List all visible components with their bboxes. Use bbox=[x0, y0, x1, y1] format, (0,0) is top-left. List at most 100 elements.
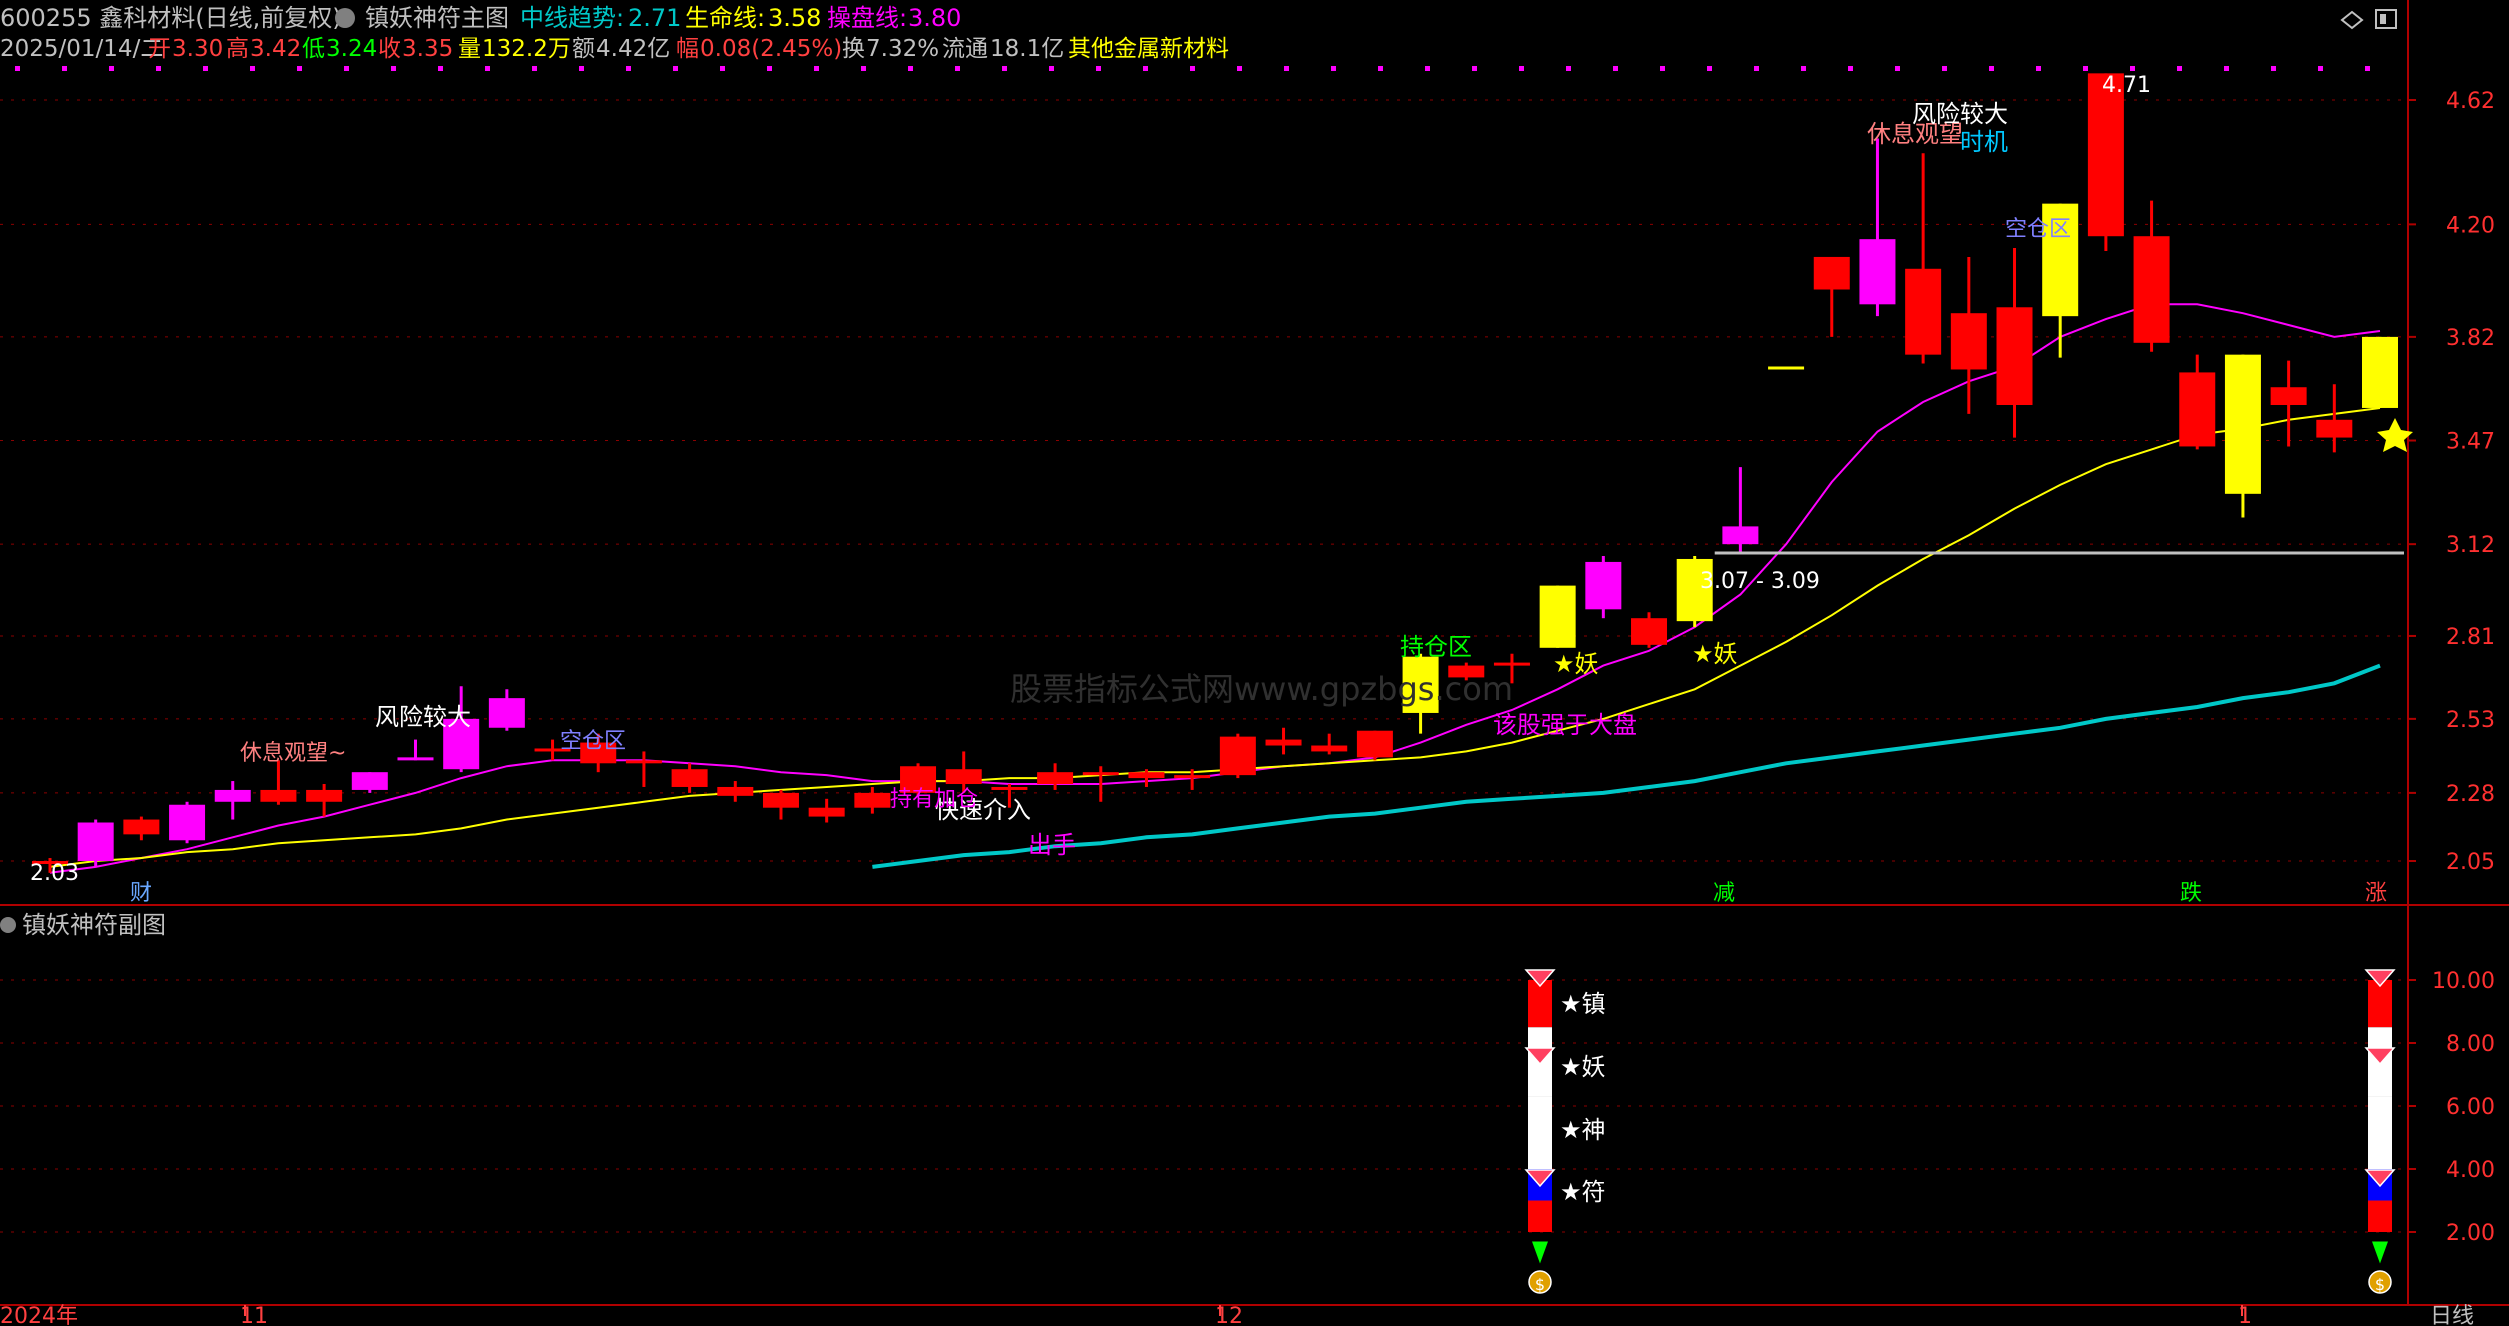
header-high_label: 高 bbox=[226, 36, 249, 62]
signal-dot bbox=[1942, 66, 1947, 71]
signal-dot bbox=[1237, 66, 1242, 71]
candle-body bbox=[1219, 736, 1256, 776]
signal-segment bbox=[2368, 1200, 2392, 1232]
signal-dot bbox=[1660, 66, 1665, 71]
candle-body bbox=[397, 757, 434, 761]
candle-body bbox=[1493, 662, 1530, 666]
arrow-down-icon bbox=[2372, 1241, 2388, 1264]
signal-dot bbox=[626, 66, 631, 71]
signal-dot bbox=[2177, 66, 2182, 71]
candle-body bbox=[2362, 336, 2398, 408]
signal-dot bbox=[2318, 66, 2323, 71]
chance-label: 时机 bbox=[1960, 128, 2008, 156]
header-close_label: 收 bbox=[378, 36, 401, 62]
y-tick-label: 4.20 bbox=[2446, 213, 2495, 238]
signal-dot bbox=[344, 66, 349, 71]
x-label-year: 2024年 bbox=[0, 1304, 78, 1326]
candle-body bbox=[123, 819, 160, 835]
y-tick-label: 2.53 bbox=[2446, 708, 2495, 733]
signal-dot bbox=[955, 66, 960, 71]
signal-dot bbox=[438, 66, 443, 71]
signal-dot bbox=[908, 66, 913, 71]
signal-dot bbox=[2224, 66, 2229, 71]
signal-dot bbox=[673, 66, 678, 71]
y-tick-label: 3.82 bbox=[2446, 326, 2495, 351]
header-float_label: 流通 bbox=[942, 36, 988, 62]
life-label: 生命线: bbox=[685, 4, 765, 32]
empty-zone-label-2: 空仓区 bbox=[2005, 217, 2071, 242]
candle-body bbox=[1905, 268, 1942, 355]
y-tick-label: 3.47 bbox=[2446, 430, 2495, 455]
candle-body bbox=[625, 760, 662, 764]
candle-body bbox=[1082, 772, 1119, 776]
signal-dot bbox=[1707, 66, 1712, 71]
y-tick-label: 2.05 bbox=[2446, 850, 2495, 875]
stock-name: 600255 鑫科材料(日线,前复权) bbox=[0, 4, 342, 32]
header-low_label: 低 bbox=[302, 36, 325, 62]
jian-label: 减 bbox=[1713, 881, 1735, 906]
hold-add-label: 持有加仓 bbox=[890, 787, 978, 812]
indicator-name: 镇妖神符主图 bbox=[365, 4, 509, 32]
x-label-jan: 1 bbox=[2238, 1304, 2252, 1326]
signal-dot bbox=[297, 66, 302, 71]
op-label: 操盘线: bbox=[827, 4, 907, 32]
header-turn_label: 换 bbox=[842, 36, 865, 62]
header-open_label: 开 bbox=[148, 36, 171, 62]
header-chg: 0.08(2.45%) bbox=[700, 36, 842, 62]
signal-dot bbox=[767, 66, 772, 71]
dollar-icon: $ bbox=[2375, 1275, 2385, 1294]
candle-body bbox=[991, 786, 1028, 790]
signal-dot bbox=[1613, 66, 1618, 71]
header-low: 3.24 bbox=[326, 36, 377, 62]
candle-body bbox=[488, 698, 525, 728]
high-mark-label: 4.71 bbox=[2102, 73, 2151, 98]
sub-dropdown-icon bbox=[0, 917, 16, 933]
risk-label-2: 风险较大 bbox=[1912, 100, 2008, 128]
dropdown-icon bbox=[335, 8, 355, 28]
candle-body bbox=[762, 792, 799, 808]
life-line bbox=[49, 407, 2381, 868]
rest-label: 休息观望~ bbox=[240, 741, 346, 766]
y-tick-label: 4.62 bbox=[2446, 89, 2495, 114]
candle-body bbox=[1174, 775, 1211, 779]
signal-segment bbox=[1528, 1200, 1552, 1232]
sub-y-tick-label: 6.00 bbox=[2446, 1095, 2495, 1120]
signal-dot bbox=[814, 66, 819, 71]
header-close: 3.35 bbox=[402, 36, 453, 62]
candle-body bbox=[260, 789, 297, 802]
candle-body bbox=[1950, 313, 1987, 370]
signal-dot bbox=[532, 66, 537, 71]
hold-zone-label: 持仓区 bbox=[1400, 633, 1472, 661]
candle-body bbox=[2133, 236, 2170, 343]
header-vol_label: 量 bbox=[458, 36, 481, 62]
candle-body bbox=[169, 804, 206, 841]
sub-y-tick-label: 10.00 bbox=[2432, 969, 2495, 994]
candle-body bbox=[77, 822, 114, 861]
candle-body bbox=[808, 807, 845, 817]
watermark: 股票指标公式网www.gpzbgs.com bbox=[1010, 670, 1513, 708]
sub-label: ★镇 bbox=[1560, 990, 1606, 1018]
header-amt_label: 额 bbox=[572, 36, 595, 62]
signal-dot bbox=[1754, 66, 1759, 71]
y-tick-label: 2.81 bbox=[2446, 625, 2495, 650]
candle-body bbox=[2270, 387, 2307, 405]
candle-body bbox=[1768, 366, 1805, 370]
sub-label: ★妖 bbox=[1560, 1053, 1606, 1081]
signal-dot bbox=[1284, 66, 1289, 71]
signal-dot bbox=[109, 66, 114, 71]
sub-y-tick-label: 2.00 bbox=[2446, 1221, 2495, 1246]
sub-panel-title: 镇妖神符副图 bbox=[22, 911, 166, 939]
header-vol: 132.2万 bbox=[482, 36, 571, 62]
range-label: 3.07 - 3.09 bbox=[1700, 569, 1820, 594]
candle-body bbox=[854, 792, 891, 808]
die-label: 跌 bbox=[2180, 881, 2202, 906]
candle-body bbox=[1037, 772, 1074, 785]
stock-chart: 4.624.203.823.473.122.812.532.282.0510.0… bbox=[0, 0, 2509, 1326]
mid-trend-value: 2.71 bbox=[628, 4, 681, 32]
low-mark-label: 2.03 bbox=[30, 861, 79, 886]
arrow-down-icon bbox=[1532, 1241, 1548, 1264]
signal-dot bbox=[2036, 66, 2041, 71]
candle-body bbox=[214, 789, 251, 802]
signal-dot bbox=[250, 66, 255, 71]
signal-dot bbox=[1002, 66, 1007, 71]
